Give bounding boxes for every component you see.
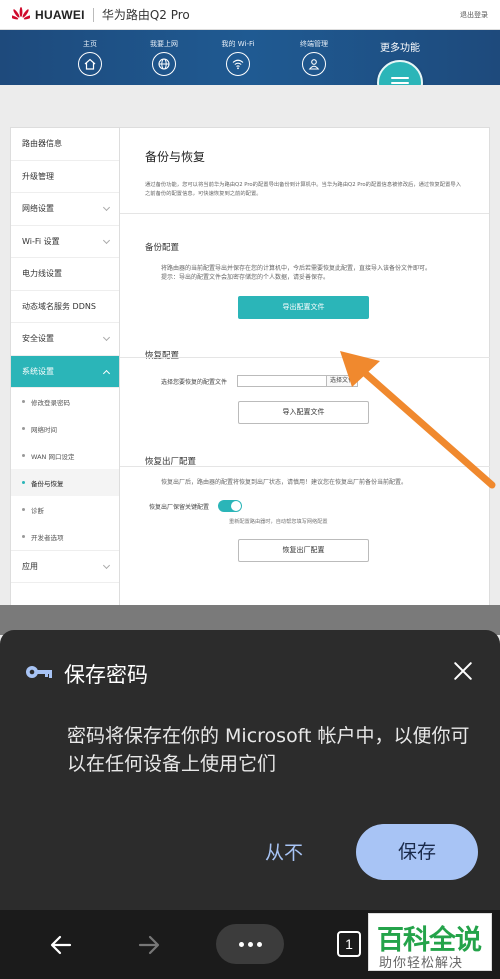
section-title: 备份配置 <box>145 243 180 253</box>
sheet-message: 密码将保存在你的 Microsoft 帐户中，以便你可以在任何设备上使用它们 <box>67 725 470 775</box>
dot-icon <box>238 941 244 947</box>
sidebar-subitem-password[interactable]: 修改登录密码 <box>11 388 119 415</box>
bullet-icon <box>22 508 25 511</box>
tabs-button[interactable]: 1 <box>337 931 361 957</box>
nav-label: 我要上网 <box>150 40 178 48</box>
sidebar-subitem-label: 开发者选项 <box>31 533 64 542</box>
chevron-down-icon <box>102 203 111 212</box>
user-icon <box>302 52 326 76</box>
globe-icon <box>152 52 176 76</box>
sidebar-item-apps[interactable]: 应用 <box>11 550 119 583</box>
backup-description: 将路由器的当前配置导出并保存在您的计算机中，今后若需要恢复此配置，直接导入该备份… <box>161 265 432 272</box>
sidebar-item-network[interactable]: 网络设置 <box>11 193 119 226</box>
section-description: 将路由器的当前配置导出并保存在您的计算机中，今后若需要恢复此配置，直接导入该备份… <box>161 264 464 282</box>
keep-config-row: 恢复出厂保留关键配置 <box>149 500 464 512</box>
file-label: 选择您要恢复的配置文件 <box>161 378 228 386</box>
sidebar-item-label: 升级管理 <box>22 171 54 181</box>
sidebar-item-label: 路由器信息 <box>22 139 62 149</box>
sidebar-item-security[interactable]: 安全设置 <box>11 323 119 356</box>
sidebar-subitem-backup[interactable]: 备份与恢复 <box>11 469 119 496</box>
keep-config-hint: 重新配置路由器时，自动帮您填写网络配置 <box>229 519 328 525</box>
never-button[interactable]: 从不 <box>242 826 326 880</box>
chevron-down-icon <box>102 333 111 342</box>
chevron-down-icon <box>102 236 111 244</box>
sidebar-subitem-label: 备份与恢复 <box>31 479 64 488</box>
sidebar-item-label: 动态域名服务 DDNS <box>22 301 96 311</box>
sidebar-subitem-label: 网络时间 <box>31 425 57 434</box>
bullet-icon <box>22 481 25 484</box>
brand-logo[interactable]: HUAWEI <box>8 6 85 23</box>
sidebar-subitem-developer[interactable]: 开发者选项 <box>11 523 119 550</box>
watermark-subtitle: 助你轻松解决 <box>379 956 464 971</box>
brand-name: HUAWEI <box>35 7 85 22</box>
sidebar-item-label: 应用 <box>22 561 38 571</box>
nav-label: 我的 Wi-Fi <box>221 40 255 48</box>
chevron-down-icon <box>102 561 111 570</box>
save-button[interactable]: 保存 <box>356 824 478 880</box>
sheet-header: 保存密码 <box>24 659 148 689</box>
sidebar-subitem-label: WAN 网口设定 <box>31 452 75 461</box>
sidebar-item-system[interactable]: 系统设置 <box>11 355 119 388</box>
more-functions-label: 更多功能 <box>380 43 420 54</box>
sidebar-item-ddns[interactable]: 动态域名服务 DDNS <box>11 291 119 323</box>
backup-note: 提示：导出的配置文件会加密存储您的个人数据，请妥善保存。 <box>161 274 330 281</box>
watermark-logo: 百科全说 助你轻松解决 <box>368 913 492 971</box>
top-bar: HUAWEI 华为路由Q2 Pro 退出登录 <box>0 0 500 30</box>
sidebar-item-label: 网络设置 <box>22 204 54 214</box>
bullet-icon <box>22 535 25 538</box>
forward-button[interactable] <box>136 932 162 958</box>
nav-item-devices[interactable]: 终端管理 <box>284 39 344 76</box>
wifi-icon <box>226 52 250 76</box>
sidebar-item-router-info[interactable]: 路由器信息 <box>11 128 119 161</box>
sidebar-subitem-label: 修改登录密码 <box>31 398 70 407</box>
sidebar-item-wifi[interactable]: Wi-Fi 设置 <box>11 226 119 258</box>
home-icon <box>78 52 102 76</box>
more-menu-button[interactable] <box>216 924 284 964</box>
annotation-arrow-icon <box>340 351 496 489</box>
file-path-input[interactable] <box>237 375 328 387</box>
sidebar-subitem-diagnose[interactable]: 诊断 <box>11 496 119 523</box>
keep-config-label: 恢复出厂保留关键配置 <box>149 503 210 511</box>
settings-sidebar: 路由器信息 升级管理 网络设置 Wi-Fi 设置 电力线设置 动态域名服务 DD… <box>10 127 120 607</box>
dot-icon <box>247 941 253 947</box>
sidebar-subitem-wan[interactable]: WAN 网口设定 <box>11 442 119 469</box>
nav-label: 主页 <box>83 40 97 48</box>
sheet-title: 保存密码 <box>64 663 148 687</box>
back-arrow-icon <box>50 935 72 955</box>
sidebar-subitem-label: 诊断 <box>31 506 44 515</box>
huawei-logo-icon <box>8 6 34 23</box>
bullet-icon <box>22 400 25 403</box>
panel-header: 备份与恢复 通过备份功能，您可以将当前华为路由Q2 Pro的配置导出备份到计算机… <box>120 128 489 214</box>
backup-section: 备份配置 将路由器的当前配置导出并保存在您的计算机中，今后若需要恢复此配置，直接… <box>120 241 489 319</box>
sidebar-item-label: 电力线设置 <box>22 269 62 279</box>
save-password-sheet: 保存密码 密码将保存在你的 Microsoft 帐户中，以便你可以在任何设备上使… <box>0 630 500 910</box>
nav-item-internet[interactable]: 我要上网 <box>134 39 194 76</box>
sidebar-item-label: Wi-Fi 设置 <box>22 236 60 246</box>
nav-item-home[interactable]: 主页 <box>60 39 120 76</box>
sidebar-item-label: 安全设置 <box>22 334 54 344</box>
logout-link[interactable]: 退出登录 <box>460 10 488 20</box>
nav-label: 终端管理 <box>300 40 328 48</box>
product-name: 华为路由Q2 Pro <box>101 8 190 22</box>
forward-arrow-icon <box>138 935 160 955</box>
nav-item-wifi[interactable]: 我的 Wi-Fi <box>208 39 268 76</box>
chevron-up-icon <box>102 369 111 377</box>
key-icon <box>24 663 54 685</box>
brand-divider <box>92 7 94 22</box>
page-description: 通过备份功能，您可以将当前华为路由Q2 Pro的配置导出备份到计算机中。当华为路… <box>145 182 461 197</box>
keep-config-toggle[interactable] <box>218 500 243 512</box>
bullet-icon <box>22 454 25 457</box>
dot-icon <box>256 941 262 947</box>
back-button[interactable] <box>48 932 74 958</box>
export-config-button[interactable]: 导出配置文件 <box>238 296 369 319</box>
page-title: 备份与恢复 <box>145 150 206 164</box>
sidebar-subitem-time[interactable]: 网络时间 <box>11 415 119 442</box>
main-nav: 主页 我要上网 我的 Wi-Fi 终端管理 更多功能 <box>0 30 500 85</box>
factory-reset-button[interactable]: 恢复出厂配置 <box>238 539 369 562</box>
bullet-icon <box>22 427 25 430</box>
sidebar-item-upgrade[interactable]: 升级管理 <box>11 161 119 193</box>
sidebar-item-powerline[interactable]: 电力线设置 <box>11 258 119 291</box>
close-icon[interactable] <box>450 658 476 684</box>
sidebar-item-label: 系统设置 <box>22 366 54 376</box>
